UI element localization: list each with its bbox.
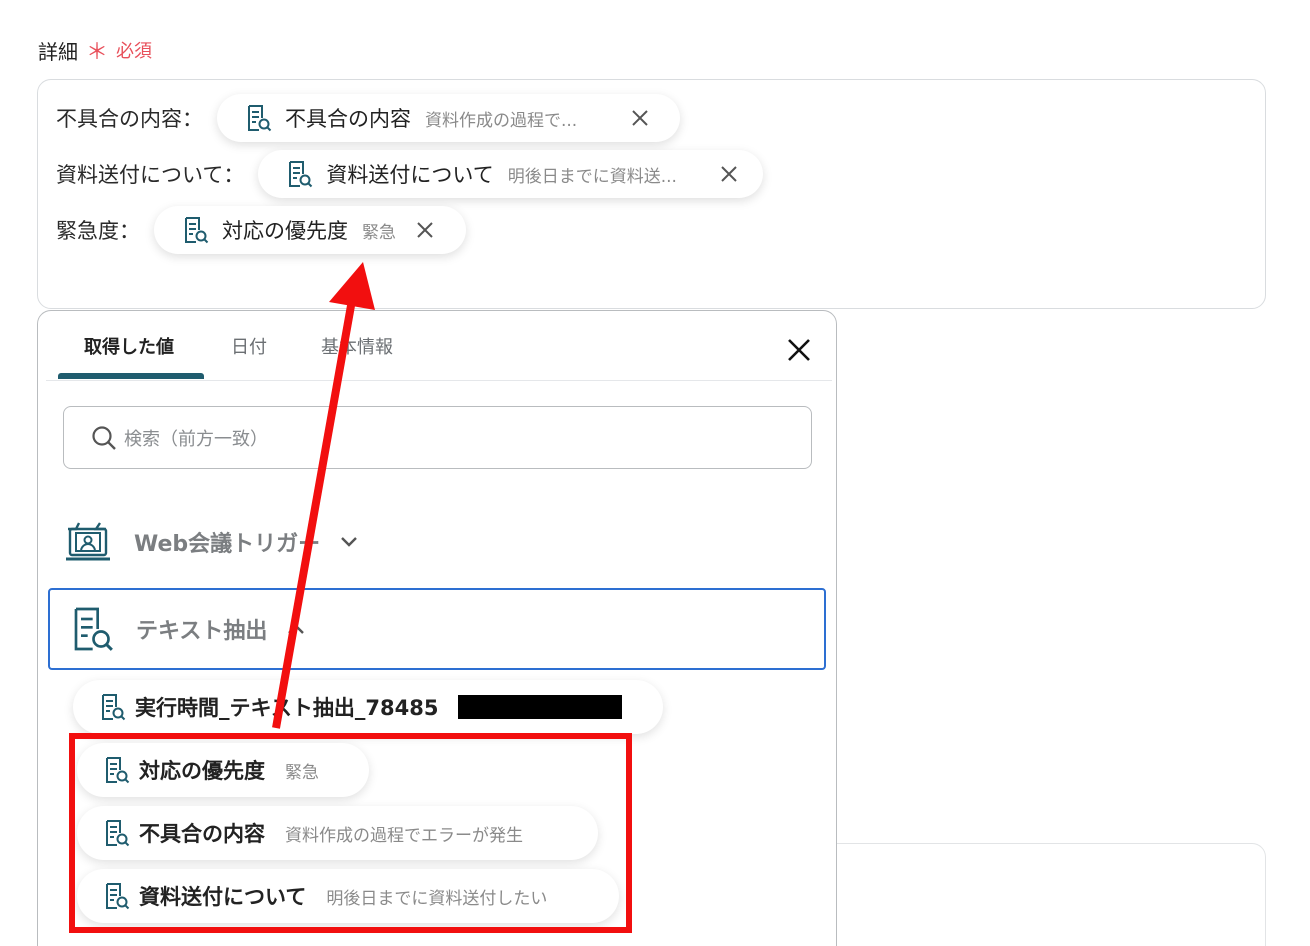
chip-name: 不具合の内容 bbox=[285, 107, 411, 131]
variable-chip[interactable]: 対応の優先度 緊急 bbox=[154, 206, 466, 254]
section-web-meeting-trigger[interactable]: Web会議トリガー bbox=[64, 517, 360, 567]
item-name: 実行時間_テキスト抽出_78485 bbox=[135, 696, 439, 720]
document-search-icon bbox=[106, 757, 130, 784]
value-item[interactable]: 不具合の内容 資料作成の過程でエラーが発生 bbox=[77, 806, 598, 860]
required-text: 必須 bbox=[116, 41, 153, 62]
close-icon[interactable] bbox=[716, 161, 742, 187]
document-search-icon bbox=[102, 694, 126, 721]
active-tab-indicator bbox=[58, 373, 204, 379]
tab-acquired-values[interactable]: 取得した値 bbox=[84, 333, 174, 359]
tab-date[interactable]: 日付 bbox=[231, 333, 267, 359]
document-search-icon bbox=[106, 883, 130, 910]
editor-row: 不具合の内容： 不具合の内容 資料作成の過程で... bbox=[56, 94, 680, 142]
chip-name: 対応の優先度 bbox=[222, 219, 348, 243]
row-label: 資料送付について： bbox=[56, 163, 245, 187]
required-mark: ＊ bbox=[86, 40, 109, 65]
document-search-icon bbox=[289, 161, 313, 188]
search-placeholder: 検索（前方一致） bbox=[124, 428, 268, 450]
item-value: 緊急 bbox=[285, 762, 319, 783]
item-name: 不具合の内容 bbox=[139, 822, 265, 846]
variable-chip[interactable]: 資料送付について 明後日までに資料送... bbox=[258, 150, 764, 198]
editor-row: 資料送付について： 資料送付について 明後日までに資料送... bbox=[56, 150, 764, 198]
chip-value: 緊急 bbox=[362, 222, 396, 243]
document-search-icon bbox=[248, 105, 272, 132]
chevron-down-icon bbox=[341, 537, 358, 547]
value-item[interactable]: 実行時間_テキスト抽出_78485 bbox=[73, 680, 663, 734]
close-icon[interactable] bbox=[412, 217, 438, 243]
search-icon bbox=[92, 425, 116, 450]
close-icon[interactable] bbox=[784, 335, 814, 365]
chip-value: 資料作成の過程で... bbox=[425, 110, 578, 131]
search-input[interactable]: 検索（前方一致） bbox=[63, 406, 812, 469]
section-title: Web会議トリガー bbox=[134, 532, 321, 557]
chip-value: 明後日までに資料送... bbox=[507, 166, 677, 187]
item-name: 対応の優先度 bbox=[139, 759, 265, 783]
tab-basic-info[interactable]: 基本情報 bbox=[321, 333, 393, 359]
field-label: 詳細 ＊ 必須 bbox=[38, 34, 152, 66]
item-value: 明後日までに資料送付したい bbox=[326, 888, 548, 909]
section-text-extraction[interactable]: テキスト抽出 bbox=[48, 588, 826, 670]
document-search-icon bbox=[106, 820, 130, 847]
chevron-up-icon bbox=[288, 624, 305, 634]
tab-bar: 取得した値 日付 基本情報 bbox=[46, 311, 832, 381]
item-name: 資料送付について bbox=[139, 885, 307, 909]
close-icon[interactable] bbox=[627, 105, 653, 131]
document-search-icon bbox=[185, 217, 209, 244]
chip-name: 資料送付について bbox=[326, 163, 494, 187]
field-label-text: 詳細 bbox=[38, 39, 78, 64]
item-value: 資料作成の過程でエラーが発生 bbox=[285, 825, 523, 846]
value-item[interactable]: 資料送付について 明後日までに資料送付したい bbox=[77, 869, 619, 923]
document-search-icon bbox=[74, 607, 113, 651]
web-meeting-icon bbox=[66, 522, 110, 561]
row-label: 緊急度： bbox=[56, 219, 140, 243]
row-label: 不具合の内容： bbox=[56, 107, 203, 131]
section-title: テキスト抽出 bbox=[136, 619, 268, 644]
detail-editor[interactable]: 不具合の内容： 不具合の内容 資料作成の過程で... 資料送付について： 資料送… bbox=[37, 79, 1266, 309]
value-item[interactable]: 対応の優先度 緊急 bbox=[77, 743, 369, 797]
variable-chip[interactable]: 不具合の内容 資料作成の過程で... bbox=[217, 94, 680, 142]
editor-row: 緊急度： 対応の優先度 緊急 bbox=[56, 206, 466, 254]
redacted-value bbox=[458, 695, 623, 719]
